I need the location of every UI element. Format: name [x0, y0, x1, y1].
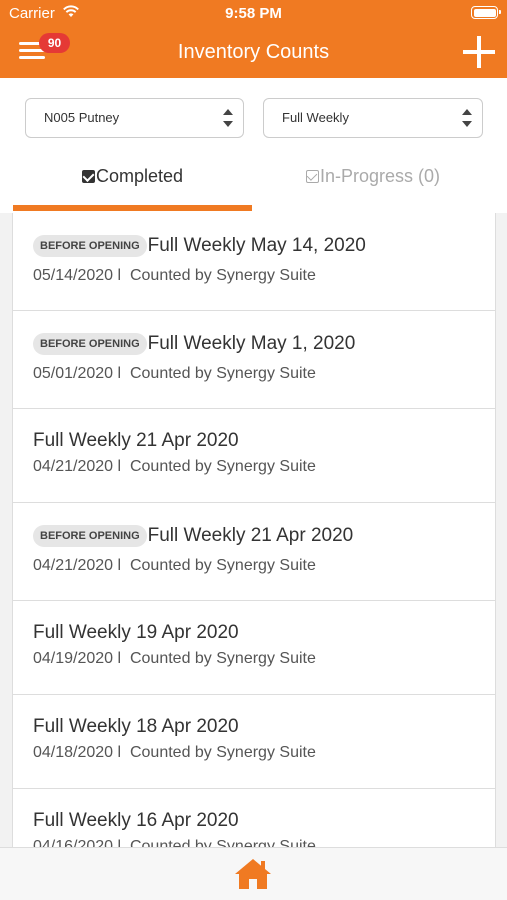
filter-panel: N005 Putney Full Weekly Completed In-Pro… [0, 78, 507, 213]
counted-by: Counted by Synergy Suite [129, 267, 316, 284]
counted-by: Counted by Synergy Suite [129, 650, 316, 667]
select-arrows-icon [462, 109, 472, 127]
list-item-subtitle: 04/21/2020 l Counted by Synergy Suite [33, 458, 316, 476]
count-type-select-value: Full Weekly [282, 110, 349, 125]
page-title: Inventory Counts [177, 41, 330, 63]
location-select-value: N005 Putney [44, 110, 120, 125]
active-tab-indicator [13, 205, 252, 211]
list-item[interactable]: Full Weekly 16 Apr 2020 04/16/2020 l Cou… [13, 789, 495, 847]
tab-in-progress-label: In-Progress (0) [319, 166, 441, 186]
count-date: 04/19/2020 l [33, 650, 122, 667]
counted-by: Counted by Synergy Suite [129, 458, 316, 475]
list-item[interactable]: Full Weekly 21 Apr 2020 04/21/2020 l Cou… [13, 409, 495, 503]
count-date: 04/21/2020 l [33, 557, 122, 574]
counted-by: Counted by Synergy Suite [129, 365, 316, 382]
list-item-subtitle: 04/16/2020 l Counted by Synergy Suite [33, 838, 316, 847]
location-select[interactable]: N005 Putney [25, 98, 244, 138]
list-item-title: Full Weekly 18 Apr 2020 [33, 716, 239, 738]
list-item[interactable]: Full Weekly 19 Apr 2020 04/19/2020 l Cou… [13, 601, 495, 695]
home-icon[interactable] [234, 858, 272, 890]
status-badge: BEFORE OPENING [33, 333, 147, 355]
tab-completed-label: Completed [95, 166, 184, 186]
list-item-title: BEFORE OPENING Full Weekly May 14, 2020 [33, 235, 366, 257]
list-item-title: Full Weekly 19 Apr 2020 [33, 622, 239, 644]
checkbox-outline-icon [305, 170, 319, 183]
add-count-button[interactable] [463, 36, 495, 68]
select-arrows-icon [223, 109, 233, 127]
count-type-select[interactable]: Full Weekly [263, 98, 483, 138]
status-badge: BEFORE OPENING [33, 235, 147, 257]
count-date: 04/21/2020 l [33, 458, 122, 475]
count-title: Full Weekly 16 Apr 2020 [33, 810, 239, 831]
count-title: Full Weekly May 14, 2020 [147, 235, 366, 256]
count-date: 05/14/2020 l [33, 267, 122, 284]
list-item[interactable]: BEFORE OPENING Full Weekly 21 Apr 2020 04… [13, 503, 495, 601]
count-date: 04/18/2020 l [33, 744, 122, 761]
counted-by: Counted by Synergy Suite [129, 557, 316, 574]
list-item[interactable]: BEFORE OPENING Full Weekly May 1, 2020 05… [13, 311, 495, 409]
count-title: Full Weekly 21 Apr 2020 [33, 430, 239, 451]
counted-by: Counted by Synergy Suite [129, 838, 316, 847]
tab-completed[interactable]: Completed [13, 166, 252, 200]
list-item-title: Full Weekly 21 Apr 2020 [33, 430, 239, 452]
count-title: Full Weekly 18 Apr 2020 [33, 716, 239, 737]
battery-icon [471, 6, 501, 19]
status-bar: Carrier 9:58 PM [0, 0, 507, 28]
list-item[interactable]: BEFORE OPENING Full Weekly May 14, 2020 0… [13, 213, 495, 311]
list-item-title: BEFORE OPENING Full Weekly 21 Apr 2020 [33, 525, 353, 547]
checked-checkbox-icon [81, 170, 95, 183]
count-date: 05/01/2020 l [33, 365, 122, 382]
count-date: 04/16/2020 l [33, 838, 122, 847]
list-item-subtitle: 04/18/2020 l Counted by Synergy Suite [33, 744, 316, 762]
tab-in-progress[interactable]: In-Progress (0) [252, 166, 494, 200]
list-item-subtitle: 04/19/2020 l Counted by Synergy Suite [33, 650, 316, 668]
list-item-subtitle: 05/14/2020 l Counted by Synergy Suite [33, 267, 316, 285]
count-title: Full Weekly 21 Apr 2020 [147, 525, 354, 546]
count-title: Full Weekly 19 Apr 2020 [33, 622, 239, 643]
bottom-nav [0, 847, 507, 900]
list-item-subtitle: 05/01/2020 l Counted by Synergy Suite [33, 365, 316, 383]
status-time: 9:58 PM [225, 5, 282, 22]
list-item[interactable]: Full Weekly 18 Apr 2020 04/18/2020 l Cou… [13, 695, 495, 789]
list-item-title: BEFORE OPENING Full Weekly May 1, 2020 [33, 333, 355, 355]
status-badge: BEFORE OPENING [33, 525, 147, 547]
count-title: Full Weekly May 1, 2020 [147, 333, 356, 354]
list-item-title: Full Weekly 16 Apr 2020 [33, 810, 239, 832]
counted-by: Counted by Synergy Suite [129, 744, 316, 761]
list-item-subtitle: 04/21/2020 l Counted by Synergy Suite [33, 557, 316, 575]
app-header: Carrier 9:58 PM 90 Inventory Counts [0, 0, 507, 78]
count-list: BEFORE OPENING Full Weekly May 14, 2020 0… [12, 213, 496, 847]
